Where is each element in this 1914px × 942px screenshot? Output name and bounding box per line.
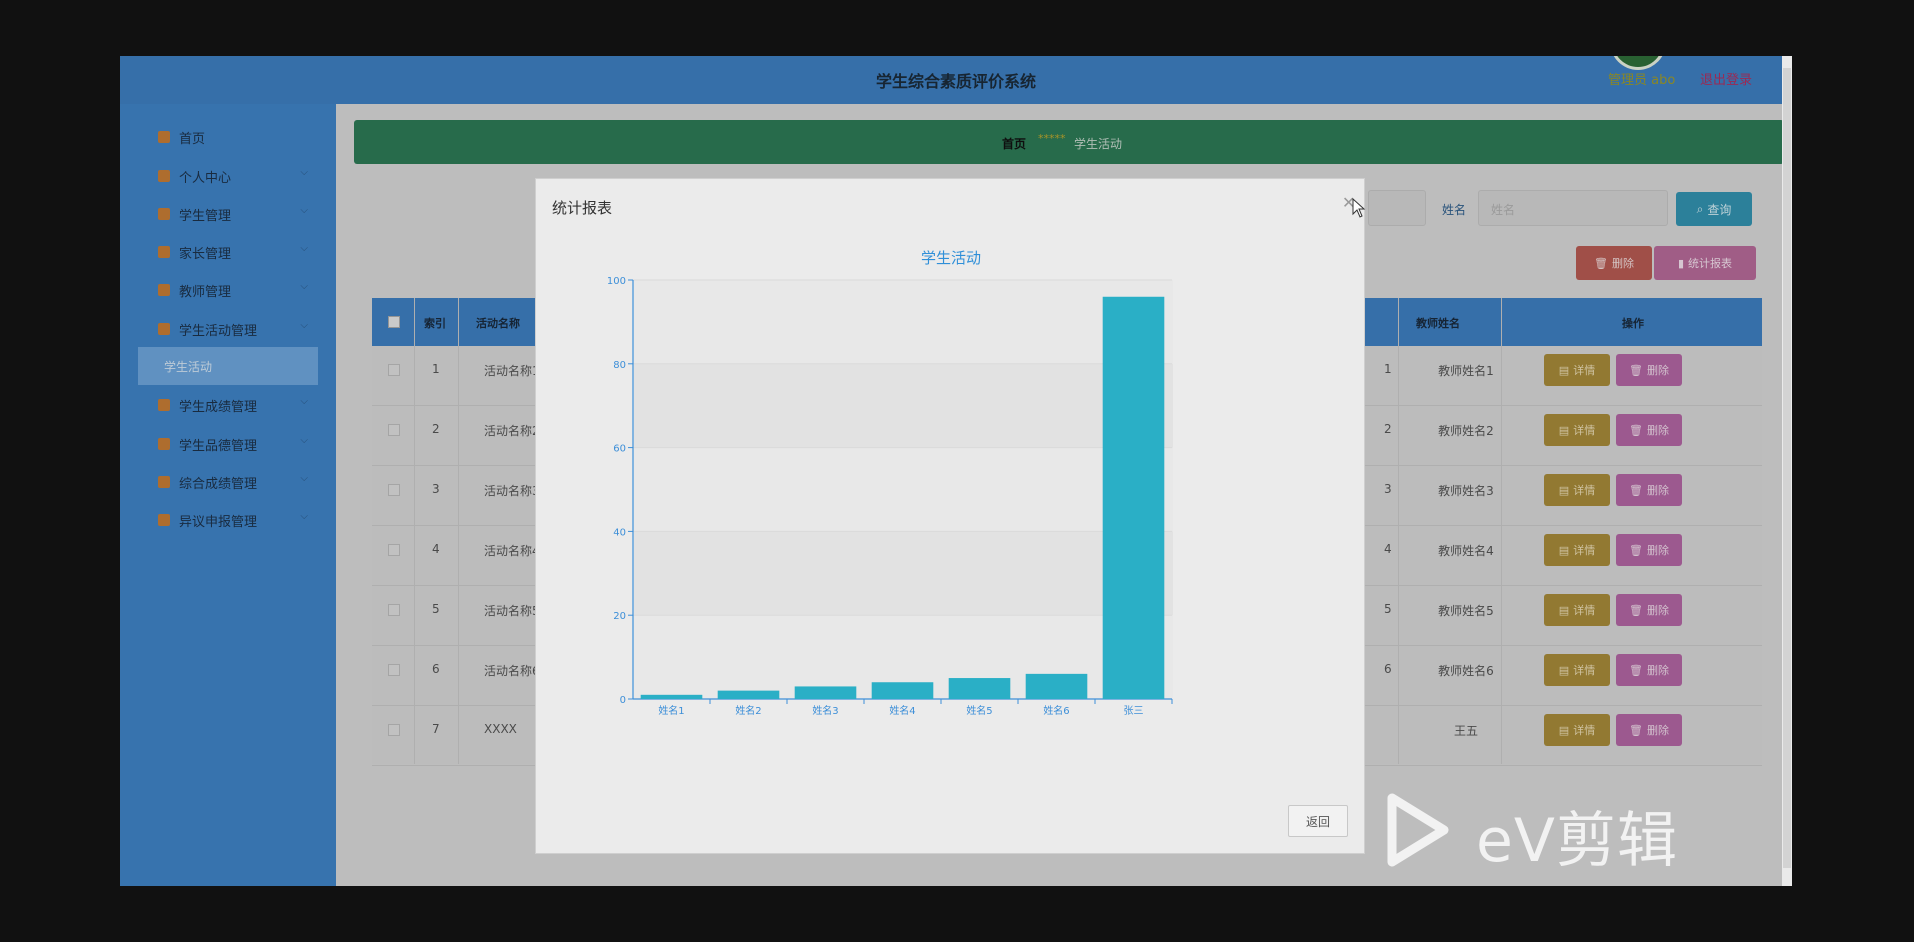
- bar: [640, 694, 703, 699]
- scrollbar-thumb[interactable]: [1783, 68, 1791, 868]
- x-tick-label: 姓名3: [812, 704, 838, 717]
- plot-band: [634, 280, 1173, 364]
- y-tick-label: 80: [613, 360, 626, 371]
- plot-band: [634, 531, 1173, 616]
- x-tick-label: 姓名1: [658, 704, 684, 717]
- return-button[interactable]: 返回: [1288, 805, 1348, 837]
- plot-band: [634, 363, 1173, 448]
- stats-modal: 统计报表 ✕ 学生活动 0 20 40 60 80 100 姓名1 姓名2 姓名3 姓名4 姓名5 姓名…: [535, 178, 1365, 854]
- y-tick-label: 60: [613, 444, 626, 455]
- y-tick-label: 0: [620, 695, 626, 706]
- bar: [794, 686, 857, 699]
- bar: [717, 690, 780, 699]
- x-tick-label: 姓名5: [966, 704, 992, 717]
- x-tick-label: 姓名2: [735, 704, 761, 717]
- play-logo-icon: [1387, 793, 1449, 867]
- bar: [948, 678, 1011, 699]
- x-tick-label: 张三: [1124, 705, 1144, 717]
- bar: [1102, 296, 1165, 699]
- y-tick-label: 20: [613, 611, 626, 622]
- y-tick-label: 40: [613, 527, 626, 538]
- bar: [871, 682, 934, 699]
- chart-title: 学生活动: [921, 249, 981, 267]
- modal-title: 统计报表: [552, 199, 613, 217]
- bar: [1025, 673, 1088, 699]
- watermark: eV剪辑: [1380, 788, 1720, 876]
- y-tick-label: 100: [607, 276, 626, 287]
- x-tick-label: 姓名4: [889, 704, 915, 717]
- x-tick-label: 姓名6: [1043, 704, 1069, 717]
- mouse-cursor-icon: [1352, 198, 1366, 218]
- watermark-text: eV剪辑: [1476, 806, 1678, 876]
- plot-band: [634, 447, 1173, 532]
- video-frame: 学生综合素质评价系统 管理员 abo 退出登录 首页 个人中心 ⌵ 学生管理 ⌵ 家…: [0, 0, 1914, 942]
- bar-chart: 学生活动 0 20 40 60 80 100 姓名1 姓名2 姓名3 姓名4 姓名5 姓名6 张三: [607, 249, 1173, 717]
- browser-viewport: 学生综合素质评价系统 管理员 abo 退出登录 首页 个人中心 ⌵ 学生管理 ⌵ 家…: [120, 56, 1792, 886]
